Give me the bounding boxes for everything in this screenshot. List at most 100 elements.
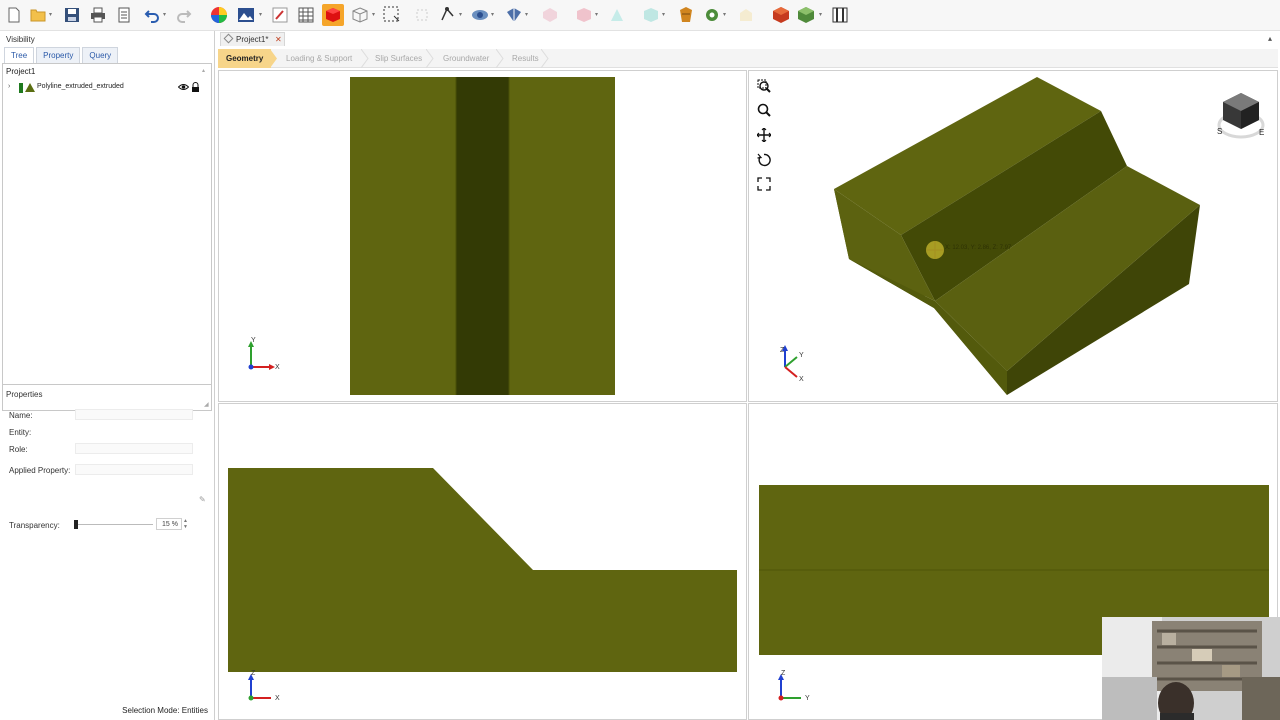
transparency-spin-arrows-icon[interactable]: ▲ ▼: [183, 518, 188, 530]
axis-y-label: Y: [251, 337, 256, 344]
pink-dropdown-icon[interactable]: ▾: [595, 12, 600, 18]
visibility-eye-icon[interactable]: [177, 83, 190, 93]
applied-property-label: Applied Property:: [9, 466, 71, 475]
mesh-icon[interactable]: [540, 5, 560, 25]
image-dropdown-icon[interactable]: ▾: [259, 12, 264, 18]
entity-label: Entity:: [9, 428, 32, 437]
report-icon[interactable]: [114, 5, 134, 25]
transparency-slider-thumb[interactable]: [74, 520, 78, 529]
wall-icon[interactable]: [830, 5, 850, 25]
applied-property-select[interactable]: [75, 464, 193, 475]
tree-expand-icon[interactable]: ›: [8, 83, 10, 90]
workflow-step-results[interactable]: Results: [512, 49, 539, 68]
workflow-arrow-icon: [270, 49, 277, 68]
pen-icon[interactable]: [270, 5, 290, 25]
table-icon[interactable]: [296, 5, 316, 25]
axis-z-label: Z: [781, 670, 786, 677]
svg-text:S: S: [1217, 127, 1222, 136]
cube-dropdown-icon[interactable]: ▾: [372, 12, 377, 18]
project-icon: [223, 33, 234, 44]
node-edit-icon[interactable]: [438, 5, 458, 25]
open-dropdown-icon[interactable]: ▾: [49, 12, 54, 18]
color-wheel-icon[interactable]: [209, 5, 229, 25]
workflow-step-geometry[interactable]: Geometry: [218, 49, 272, 68]
undo-icon[interactable]: [142, 5, 162, 25]
transparency-spinbox[interactable]: 15 %: [156, 518, 182, 530]
viewport-top-view[interactable]: Y X: [218, 70, 747, 402]
transparency-label: Transparency:: [9, 521, 60, 530]
edit-pencil-icon[interactable]: ✎: [199, 495, 206, 504]
close-icon[interactable]: ✕: [275, 33, 282, 46]
gear-build-icon[interactable]: [702, 5, 722, 25]
orbit-dropdown-icon[interactable]: ▾: [491, 12, 496, 18]
tab-tree[interactable]: Tree: [4, 47, 35, 63]
redo-icon[interactable]: [174, 5, 194, 25]
axis-x-label: X: [275, 364, 280, 371]
document-tab[interactable]: Project1* ✕: [220, 32, 285, 46]
solid-cube-icon[interactable]: [322, 4, 344, 26]
new-file-icon[interactable]: [4, 5, 24, 25]
cyan-shape-icon[interactable]: [607, 5, 627, 25]
selection-mode-status: Selection Mode: Entities: [122, 706, 208, 715]
red-box-icon[interactable]: [771, 5, 791, 25]
properties-panel: Properties Name: Entity: Role: Applied P…: [2, 384, 212, 712]
cube-pink-icon[interactable]: [574, 5, 594, 25]
tree-item[interactable]: › Polyline_extruded_extruded: [5, 82, 209, 94]
pan-icon[interactable]: [756, 127, 772, 143]
cyan-dropdown-icon[interactable]: ▾: [662, 12, 667, 18]
svg-text:E: E: [1259, 128, 1264, 137]
extrude-dropdown-icon[interactable]: ▾: [525, 12, 530, 18]
properties-title: Properties: [6, 390, 43, 399]
box-dropdown-icon[interactable]: ▾: [819, 12, 824, 18]
viewport-front-view[interactable]: Z X: [218, 403, 747, 720]
left-panel: Visibility Tree Property Query Project1 …: [0, 31, 215, 720]
fit-extents-icon[interactable]: [757, 177, 771, 191]
navigation-cube-icon[interactable]: S E: [1215, 89, 1267, 141]
print-icon[interactable]: [88, 5, 108, 25]
workflow-arrow-icon: [426, 49, 434, 68]
view-orbit-icon[interactable]: [470, 5, 490, 25]
workflow-arrow-icon: [496, 49, 504, 68]
perspective-model: [834, 77, 1200, 395]
visibility-tree: Project1 › Polyline_extruded_extruded ▴ …: [2, 63, 212, 411]
chevron-up-icon[interactable]: ▴: [1268, 34, 1272, 43]
undo-dropdown-icon[interactable]: ▾: [163, 12, 168, 18]
node-dropdown-icon[interactable]: ▾: [459, 12, 464, 18]
select-box-icon[interactable]: [382, 5, 402, 25]
name-field[interactable]: [75, 409, 193, 420]
tab-property[interactable]: Property: [36, 47, 81, 63]
main-toolbar: ▾ ▾ ▾ ▾ ▾ ▾ ▾ ▾ ▾ ▾ ▾: [0, 0, 1280, 31]
role-label: Role:: [9, 445, 28, 454]
tree-scroll-up-icon[interactable]: ▴: [202, 67, 205, 74]
lock-icon[interactable]: [191, 82, 200, 94]
workflow-step-slip-surfaces[interactable]: Slip Surfaces: [375, 49, 422, 68]
wire-cube-icon[interactable]: [350, 5, 370, 25]
transparency-slider-track[interactable]: [75, 524, 153, 525]
image-icon[interactable]: [236, 5, 256, 25]
workflow-arrow-icon: [361, 49, 369, 68]
gear-dropdown-icon[interactable]: ▾: [723, 12, 728, 18]
axis-y-label: Y: [799, 352, 804, 359]
green-box-icon[interactable]: [796, 5, 816, 25]
extrude-icon[interactable]: [504, 5, 524, 25]
save-icon[interactable]: [62, 5, 82, 25]
tree-project-label[interactable]: Project1: [6, 67, 35, 76]
tab-query[interactable]: Query: [82, 47, 119, 63]
bucket-icon[interactable]: [676, 5, 696, 25]
rotate-icon[interactable]: [757, 153, 771, 167]
workflow-arrow-icon: [541, 49, 549, 68]
viewport-perspective[interactable]: X: 12.03, Y: 2.86, Z: 7.97 S E Z Y X: [748, 70, 1278, 402]
zoom-box-icon[interactable]: [757, 79, 771, 93]
workflow-bar: Geometry Loading & Support Slip Surfaces…: [218, 49, 1278, 68]
ghost-icon[interactable]: [736, 5, 756, 25]
select-point-icon[interactable]: [412, 5, 432, 25]
name-label: Name:: [9, 411, 33, 420]
open-folder-icon[interactable]: [28, 5, 48, 25]
workflow-step-groundwater[interactable]: Groundwater: [443, 49, 489, 68]
workflow-step-loading-support[interactable]: Loading & Support: [286, 49, 352, 68]
role-select[interactable]: [75, 443, 193, 454]
axis-x-label: X: [799, 376, 804, 383]
zoom-icon[interactable]: [757, 103, 771, 117]
axis-z-label: Z: [780, 347, 785, 354]
cyan-cube-icon[interactable]: [641, 5, 661, 25]
